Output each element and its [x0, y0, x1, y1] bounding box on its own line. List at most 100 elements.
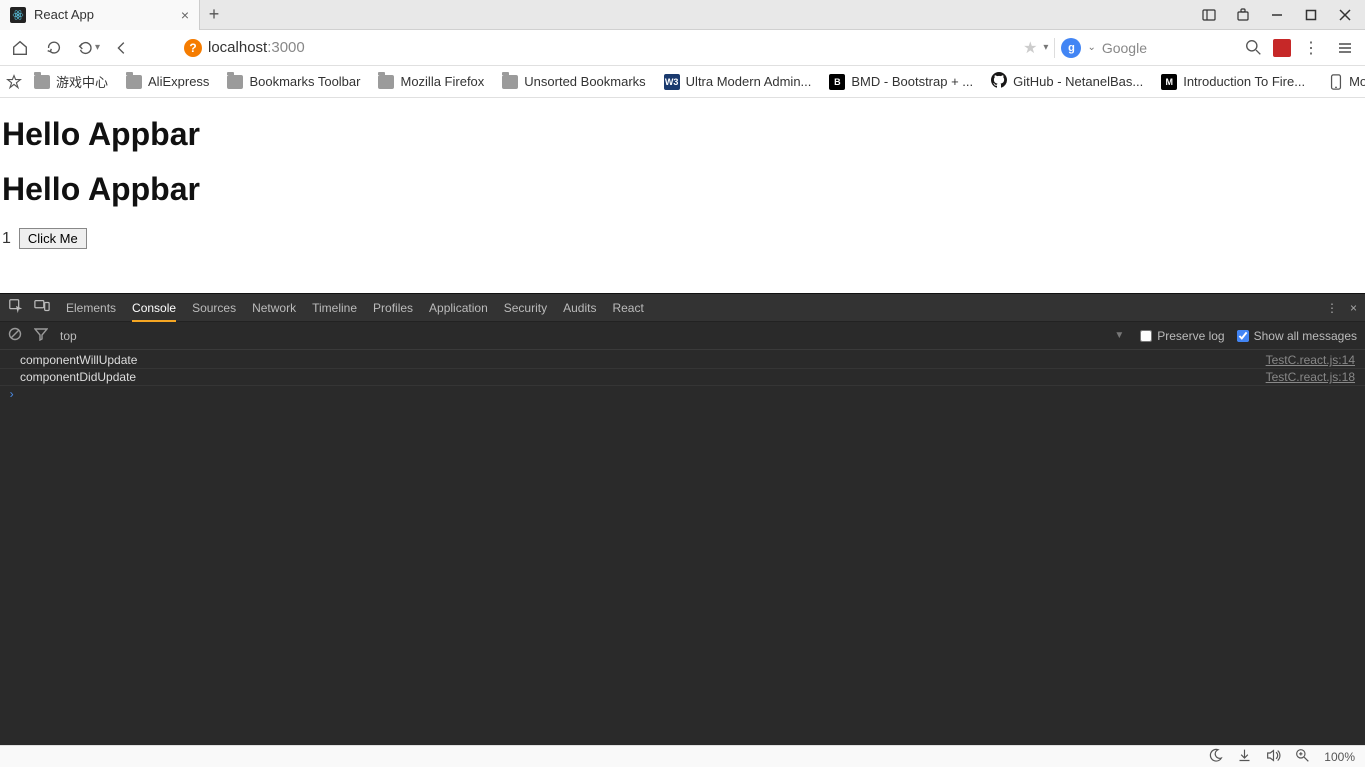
bookmark-label: 游戏中心 — [56, 72, 108, 91]
log-message: componentWillUpdate — [20, 353, 1266, 367]
devtools-tab-audits[interactable]: Audits — [563, 294, 596, 322]
log-source-link[interactable]: TestC.react.js:18 — [1266, 370, 1355, 384]
log-message: componentDidUpdate — [20, 370, 1266, 384]
clear-console-icon[interactable] — [8, 327, 22, 344]
devtools-tab-application[interactable]: Application — [429, 294, 488, 322]
devtools-tab-sources[interactable]: Sources — [192, 294, 236, 322]
page-menu-button[interactable]: ⋮ — [1297, 34, 1325, 62]
page-content: Hello Appbar Hello Appbar 1 Click Me — [0, 116, 1365, 249]
site-icon: W3 — [664, 74, 680, 90]
bookmark-item[interactable]: 游戏中心 — [28, 69, 114, 95]
window-extension-icon[interactable] — [1229, 3, 1257, 27]
bookmark-label: Introduction To Fire... — [1183, 74, 1305, 89]
zoom-level: 100% — [1324, 750, 1355, 764]
window-maximize-button[interactable] — [1297, 3, 1325, 27]
devtools-menu-icon[interactable]: ⋮ — [1326, 301, 1338, 315]
devtools-tabs: Elements Console Sources Network Timeline Pro… — [0, 294, 1365, 322]
bookmark-item[interactable]: MIntroduction To Fire... — [1155, 69, 1311, 95]
extension-icon[interactable] — [1273, 39, 1291, 57]
log-source-link[interactable]: TestC.react.js:14 — [1266, 353, 1355, 367]
search-button[interactable] — [1239, 34, 1267, 62]
folder-icon — [34, 75, 50, 89]
devtools-tab-console[interactable]: Console — [132, 294, 176, 322]
show-all-messages-checkbox[interactable]: Show all messages — [1237, 329, 1357, 343]
bookmark-item[interactable]: W3 Ultra Modern Admin... — [658, 69, 818, 95]
folder-icon — [378, 75, 394, 89]
bookmark-item[interactable]: B BMD - Bootstrap + ... — [823, 69, 979, 95]
devtools-close-icon[interactable]: × — [1350, 301, 1357, 315]
counter-value: 1 — [2, 230, 11, 248]
window-close-button[interactable] — [1331, 3, 1359, 27]
console-toolbar: top ▼ Preserve log Show all messages — [0, 322, 1365, 350]
window-minimize-button[interactable] — [1263, 3, 1291, 27]
new-tab-button[interactable]: + — [200, 4, 228, 25]
address-bar-row: ▾ ? localhost:3000 ★ ▾ g ⌄ Google ⋮ — [0, 30, 1365, 66]
bookmark-label: BMD - Bootstrap + ... — [851, 74, 973, 89]
react-favicon — [10, 7, 26, 23]
devtools-tab-react[interactable]: React — [612, 294, 643, 322]
devtools-tab-elements[interactable]: Elements — [66, 294, 116, 322]
tab-title: React App — [34, 7, 94, 22]
preserve-log-checkbox[interactable]: Preserve log — [1140, 329, 1224, 343]
click-me-button[interactable]: Click Me — [19, 228, 87, 249]
zoom-icon[interactable] — [1295, 748, 1310, 766]
undo-button[interactable]: ▾ — [74, 34, 102, 62]
inspect-element-icon[interactable] — [8, 298, 24, 317]
downloads-icon[interactable] — [1237, 748, 1252, 766]
night-mode-icon[interactable] — [1208, 748, 1223, 766]
heading-1: Hello Appbar — [2, 116, 1365, 153]
bookmark-label: Unsorted Bookmarks — [524, 74, 645, 89]
filter-icon[interactable] — [34, 327, 48, 344]
url-text: localhost:3000 — [208, 39, 305, 56]
bookmark-item[interactable]: AliExpress — [120, 69, 215, 95]
search-engine-dropdown-icon[interactable]: ⌄ — [1087, 42, 1095, 53]
devtools-tab-profiles[interactable]: Profiles — [373, 294, 413, 322]
bookmark-label: Mozilla Firefox — [400, 74, 484, 89]
home-button[interactable] — [6, 34, 34, 62]
bookmark-item[interactable]: Unsorted Bookmarks — [496, 69, 651, 95]
heading-2: Hello Appbar — [2, 171, 1365, 208]
bookmarks-star-button[interactable] — [6, 68, 22, 96]
bookmarks-bar: 游戏中心 AliExpress Bookmarks Toolbar Mozilla F… — [0, 66, 1365, 98]
address-bar[interactable]: ? localhost:3000 — [178, 39, 305, 57]
console-log-row: componentDidUpdateTestC.react.js:18 — [0, 369, 1365, 386]
app-menu-button[interactable] — [1331, 34, 1359, 62]
console-log-row: componentWillUpdateTestC.react.js:14 — [0, 352, 1365, 369]
mobile-bookmarks-label: Mobile bookmarks — [1349, 74, 1365, 89]
folder-icon — [227, 75, 243, 89]
bookmark-item[interactable]: Mozilla Firefox — [372, 69, 490, 95]
console-context[interactable]: top — [60, 329, 77, 343]
folder-icon — [126, 75, 142, 89]
bookmark-label: Ultra Modern Admin... — [686, 74, 812, 89]
window-sidebar-icon[interactable] — [1195, 3, 1223, 27]
devtools-tab-security[interactable]: Security — [504, 294, 547, 322]
tab-close-icon[interactable]: × — [181, 7, 189, 23]
folder-icon — [502, 75, 518, 89]
site-icon: B — [829, 74, 845, 90]
status-bar: 100% — [0, 745, 1365, 767]
mobile-icon — [1329, 74, 1343, 90]
bookmark-item[interactable]: Bookmarks Toolbar — [221, 69, 366, 95]
context-dropdown-icon[interactable]: ▼ — [1114, 330, 1124, 341]
devtools-panel: Elements Console Sources Network Timeline Pro… — [0, 293, 1365, 745]
console-prompt[interactable]: › — [0, 386, 1365, 404]
bookmark-label: Bookmarks Toolbar — [249, 74, 360, 89]
window-titlebar: React App × + — [0, 0, 1365, 30]
bookmark-star-icon[interactable]: ★ — [1023, 38, 1037, 58]
bookmark-label: GitHub - NetanelBas... — [1013, 74, 1143, 89]
devtools-tab-timeline[interactable]: Timeline — [312, 294, 357, 322]
back-button[interactable] — [108, 34, 136, 62]
mobile-bookmarks[interactable]: Mobile bookmarks — [1323, 69, 1365, 95]
browser-tab[interactable]: React App × — [0, 0, 200, 30]
github-icon — [991, 72, 1007, 91]
console-output: componentWillUpdateTestC.react.js:14comp… — [0, 350, 1365, 745]
search-placeholder[interactable]: Google — [1102, 40, 1147, 56]
devtools-tab-network[interactable]: Network — [252, 294, 296, 322]
device-toggle-icon[interactable] — [34, 298, 50, 317]
bookmark-dropdown-icon[interactable]: ▾ — [1043, 42, 1048, 53]
google-search-icon[interactable]: g — [1061, 38, 1081, 58]
reload-button[interactable] — [40, 34, 68, 62]
bookmark-item[interactable]: GitHub - NetanelBas... — [985, 69, 1149, 95]
insecure-warning-icon: ? — [184, 39, 202, 57]
volume-icon[interactable] — [1266, 748, 1281, 766]
